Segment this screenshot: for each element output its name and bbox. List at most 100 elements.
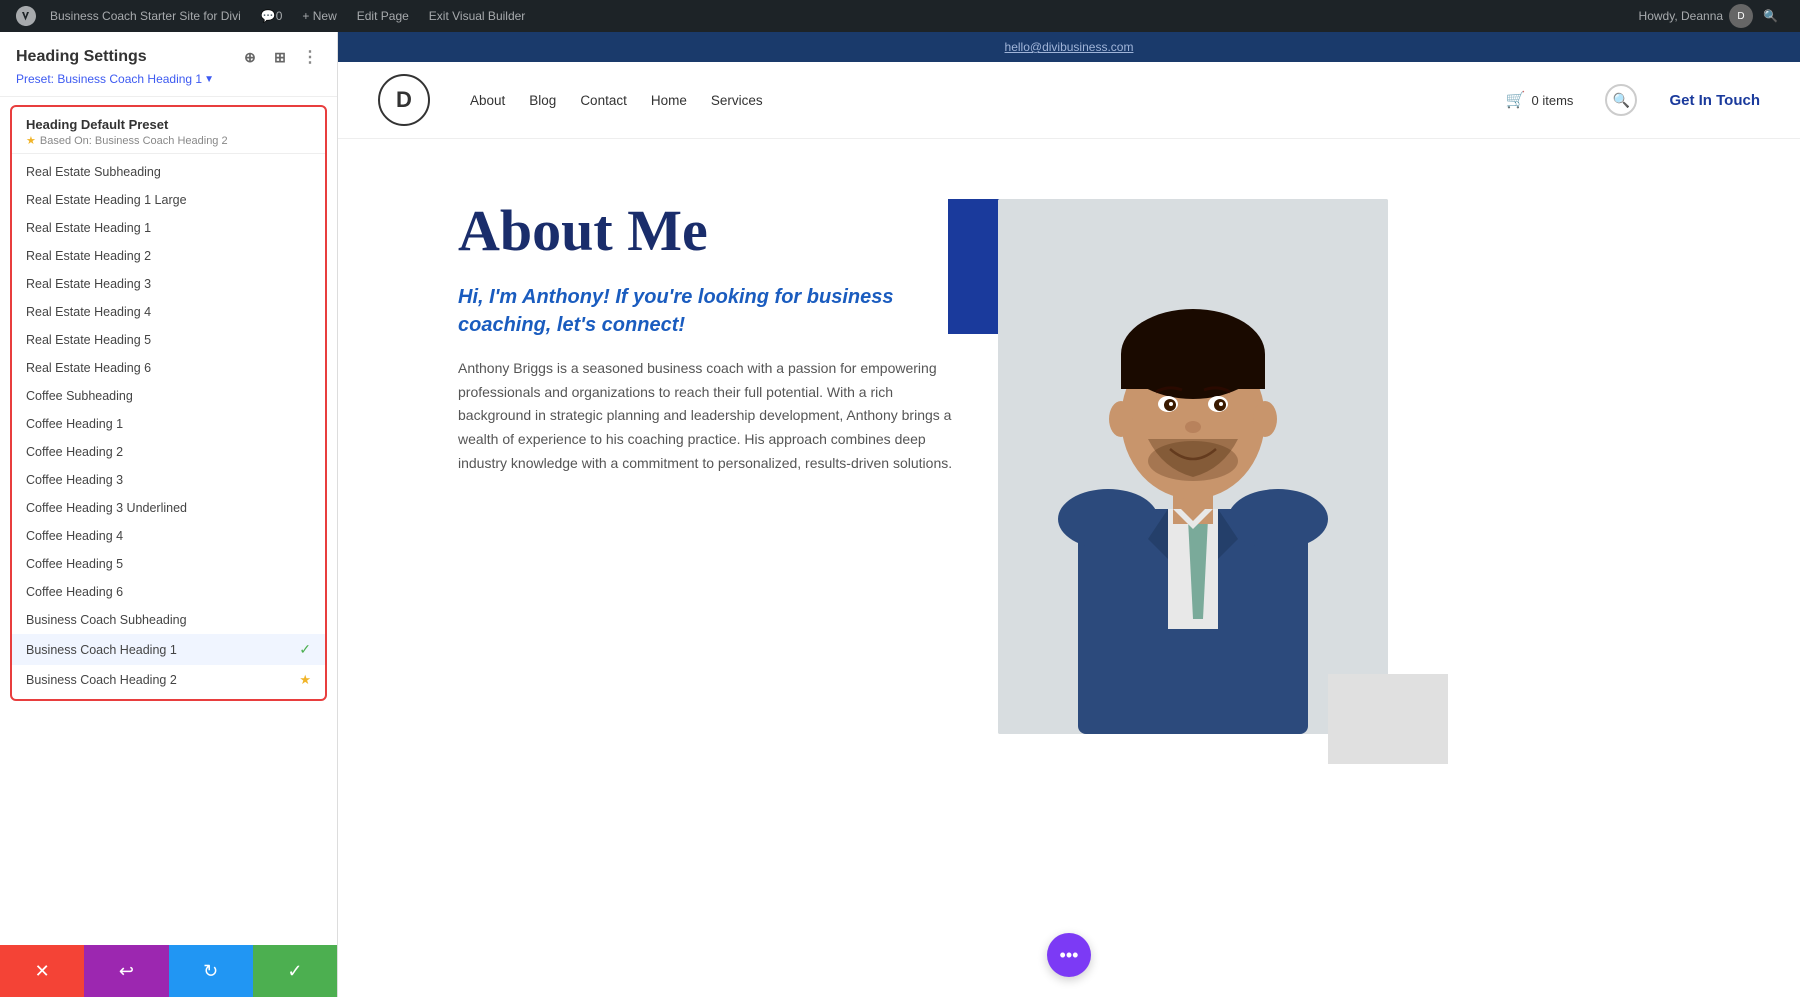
about-section: About Me Hi, I'm Anthony! If you're look… <box>338 139 1800 794</box>
preset-item-label: Real Estate Heading 1 Large <box>26 193 187 207</box>
presets-list: Real Estate Subheading Real Estate Headin… <box>12 154 325 699</box>
preset-item-label: Business Coach Heading 2 <box>26 673 177 687</box>
cancel-button[interactable]: ✕ <box>0 945 84 997</box>
preset-item[interactable]: Real Estate Heading 4 <box>12 298 325 326</box>
nav-link-home[interactable]: Home <box>651 93 687 108</box>
person-illustration <box>998 199 1388 734</box>
preset-item[interactable]: Coffee Heading 2 <box>12 438 325 466</box>
preset-item-label: Coffee Heading 3 Underlined <box>26 501 187 515</box>
get-in-touch-button[interactable]: Get In Touch <box>1669 92 1760 109</box>
panel-header: Heading Settings ⊕ ⊞ ⋮ Preset: Business … <box>0 32 337 97</box>
admin-new[interactable]: + New <box>292 0 346 32</box>
preset-item-label: Coffee Heading 6 <box>26 585 123 599</box>
site-topbar: hello@divibusiness.com <box>338 32 1800 62</box>
preset-item[interactable]: Coffee Heading 5 <box>12 550 325 578</box>
presets-dropdown-box: Heading Default Preset ★ Based On: Busin… <box>10 105 327 701</box>
nav-link-about[interactable]: About <box>470 93 505 108</box>
presets-based-on: ★ Based On: Business Coach Heading 2 <box>26 134 311 147</box>
preset-item[interactable]: Coffee Heading 6 <box>12 578 325 606</box>
preset-item[interactable]: Business Coach Heading 1 ✓ <box>12 634 325 665</box>
undo-button[interactable]: ↩ <box>84 945 168 997</box>
panel-preset-selector[interactable]: Preset: Business Coach Heading 1 ▼ <box>16 72 321 86</box>
preset-item-label: Coffee Heading 3 <box>26 473 123 487</box>
preset-item[interactable]: Business Coach Subheading <box>12 606 325 634</box>
preset-item[interactable]: Real Estate Heading 1 <box>12 214 325 242</box>
preset-item[interactable]: Coffee Subheading <box>12 382 325 410</box>
about-title: About Me <box>458 199 958 263</box>
wp-logo-icon <box>16 6 36 26</box>
cart-area[interactable]: 🛒 0 items <box>1506 90 1574 110</box>
wp-admin-bar: Business Coach Starter Site for Divi 💬 0… <box>0 0 1800 32</box>
panel-footer: ✕ ↩ ↻ ✓ <box>0 945 337 997</box>
preset-item[interactable]: Real Estate Heading 2 <box>12 242 325 270</box>
preset-chevron-icon: ▼ <box>204 74 214 85</box>
person-photo <box>998 199 1388 734</box>
preset-item-label: Real Estate Heading 1 <box>26 221 151 235</box>
about-text: About Me Hi, I'm Anthony! If you're look… <box>458 199 958 476</box>
cart-icon: 🛒 <box>1506 90 1526 110</box>
gray-accent-rect <box>1328 674 1448 764</box>
presets-default-title: Heading Default Preset <box>26 117 311 132</box>
preset-item-label: Real Estate Heading 5 <box>26 333 151 347</box>
admin-search-button[interactable]: 🔍 <box>1753 0 1788 32</box>
nav-link-blog[interactable]: Blog <box>529 93 556 108</box>
panel-icon-grid[interactable]: ⊞ <box>269 46 291 68</box>
admin-avatar: D <box>1729 4 1753 28</box>
panel-icon-more[interactable]: ⋮ <box>299 46 321 68</box>
admin-site-name[interactable]: Business Coach Starter Site for Divi <box>40 0 251 32</box>
preset-item[interactable]: Coffee Heading 1 <box>12 410 325 438</box>
site-search-button[interactable]: 🔍 <box>1605 84 1637 116</box>
confirm-button[interactable]: ✓ <box>253 945 337 997</box>
preset-item-label: Coffee Heading 5 <box>26 557 123 571</box>
presets-box-header: Heading Default Preset ★ Based On: Busin… <box>12 107 325 154</box>
about-subtitle: Hi, I'm Anthony! If you're looking for b… <box>458 283 958 339</box>
panel-title-row: Heading Settings ⊕ ⊞ ⋮ <box>16 46 321 68</box>
preset-item[interactable]: Coffee Heading 3 <box>12 466 325 494</box>
blue-accent-rect <box>948 199 1003 334</box>
cart-count: 0 items <box>1532 93 1574 108</box>
preset-item[interactable]: Real Estate Heading 5 <box>12 326 325 354</box>
panel-title-text: Heading Settings <box>16 48 147 66</box>
preset-item[interactable]: Real Estate Subheading <box>12 158 325 186</box>
about-body: Anthony Briggs is a seasoned business co… <box>458 357 958 476</box>
panel-icon-target[interactable]: ⊕ <box>239 46 261 68</box>
admin-howdy: Howdy, Deanna D <box>1639 4 1754 28</box>
preset-item-label: Business Coach Heading 1 <box>26 643 177 657</box>
redo-button[interactable]: ↻ <box>169 945 253 997</box>
preset-item-label: Real Estate Heading 2 <box>26 249 151 263</box>
preset-item-label: Real Estate Heading 3 <box>26 277 151 291</box>
nav-link-contact[interactable]: Contact <box>580 93 627 108</box>
preset-item-label: Coffee Heading 2 <box>26 445 123 459</box>
admin-comments[interactable]: 💬 0 <box>251 0 293 32</box>
preset-item-label: Coffee Heading 1 <box>26 417 123 431</box>
nav-link-services[interactable]: Services <box>711 93 763 108</box>
main-area: Heading Settings ⊕ ⊞ ⋮ Preset: Business … <box>0 32 1800 997</box>
about-image-area <box>998 199 1418 734</box>
preset-item-label: Real Estate Heading 4 <box>26 305 151 319</box>
preview-content: About Me Hi, I'm Anthony! If you're look… <box>338 139 1800 997</box>
preset-item[interactable]: Real Estate Heading 1 Large <box>12 186 325 214</box>
preview-area: hello@divibusiness.com D About Blog Cont… <box>338 32 1800 997</box>
preset-item[interactable]: Real Estate Heading 6 <box>12 354 325 382</box>
preset-item[interactable]: Coffee Heading 3 Underlined <box>12 494 325 522</box>
site-logo: D <box>378 74 430 126</box>
preset-item-label: Coffee Subheading <box>26 389 133 403</box>
preset-item-label: Business Coach Subheading <box>26 613 187 627</box>
floating-dots-button[interactable]: ••• <box>1047 933 1091 977</box>
preset-check-icon: ✓ <box>299 641 311 658</box>
preset-item[interactable]: Business Coach Heading 2 ★ <box>12 665 325 695</box>
preset-item-label: Coffee Heading 4 <box>26 529 123 543</box>
panel-title-icons: ⊕ ⊞ ⋮ <box>239 46 321 68</box>
admin-exit-vb[interactable]: Exit Visual Builder <box>419 0 536 32</box>
site-email-link[interactable]: hello@divibusiness.com <box>1005 40 1134 54</box>
preset-item-label: Real Estate Heading 6 <box>26 361 151 375</box>
preset-item[interactable]: Real Estate Heading 3 <box>12 270 325 298</box>
preset-star-icon: ★ <box>299 672 311 688</box>
admin-edit-page[interactable]: Edit Page <box>347 0 419 32</box>
preset-item[interactable]: Coffee Heading 4 <box>12 522 325 550</box>
nav-links: About Blog Contact Home Services <box>470 93 763 108</box>
site-nav: D About Blog Contact Home Services 🛒 0 i… <box>338 62 1800 139</box>
star-icon: ★ <box>26 134 36 147</box>
wp-logo[interactable] <box>12 0 40 32</box>
preset-item-label: Real Estate Subheading <box>26 165 161 179</box>
